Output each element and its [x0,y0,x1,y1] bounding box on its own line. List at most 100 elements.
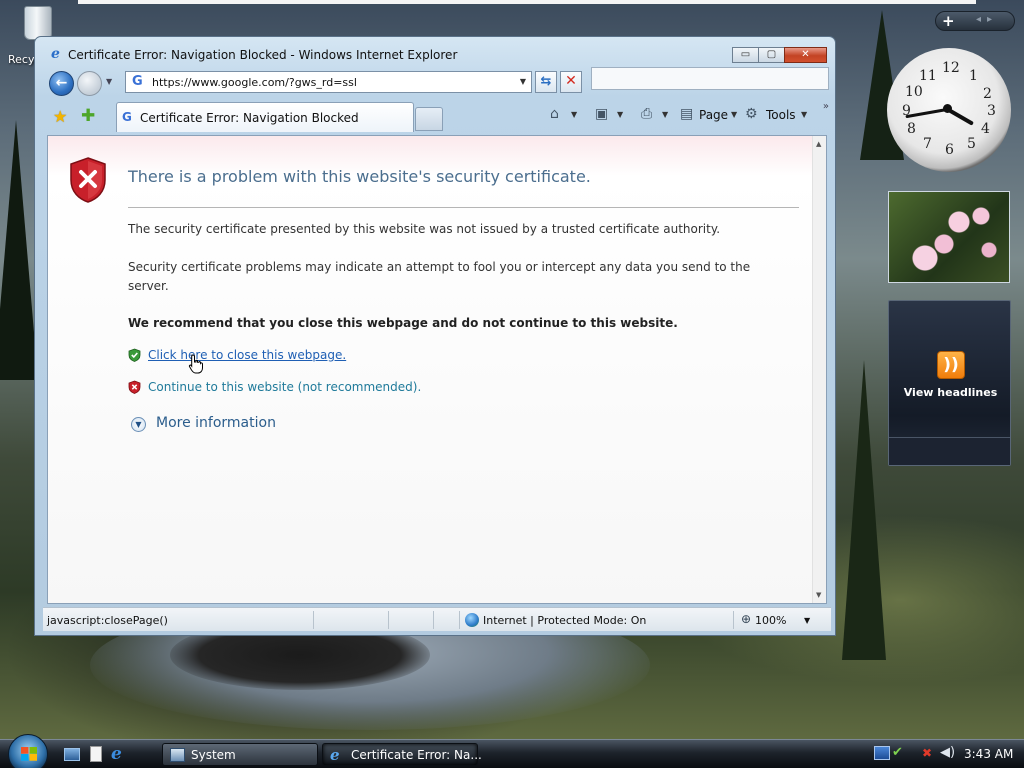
taskbar-item-label: Certificate Error: Na... [351,748,482,762]
taskbar-item-ie[interactable]: e Certificate Error: Na... [322,743,482,766]
back-button[interactable]: ← [49,71,74,96]
recycle-bin-label[interactable]: Recy [8,53,34,66]
volume-icon[interactable]: ◀) [940,746,956,760]
page-icon[interactable]: ▤ [680,106,693,122]
taskbar-clock[interactable]: 3:43 AM [964,747,1013,761]
sidebar-controls[interactable]: + ◂▸ [935,11,1015,31]
rss-feed-icon: )) [937,351,965,379]
checkmark-tray-icon[interactable]: ✔ [892,746,908,760]
address-bar[interactable]: G https://www.google.com/?gws_rd=ssl ▼ [125,71,532,93]
wallpaper-tree [0,120,38,380]
background-window-edge [78,0,976,4]
clock-number: 3 [987,103,996,119]
clock-number: 8 [907,121,916,137]
network-tray-icon[interactable] [874,746,890,760]
feed-headlines-gadget[interactable]: )) View headlines [888,300,1011,466]
show-desktop-icon[interactable] [64,748,80,761]
tab-certificate-error[interactable]: G Certificate Error: Navigation Blocked [116,102,414,132]
feeds-dropdown-icon[interactable]: ▼ [617,110,623,119]
close-webpage-link[interactable]: Click here to close this webpage. [148,348,346,362]
zoom-level[interactable]: 100% [755,614,786,627]
scroll-up-icon[interactable]: ▲ [816,140,821,148]
address-url[interactable]: https://www.google.com/?gws_rd=ssl [152,76,357,89]
wallpaper-tree [842,360,886,660]
clock-number: 7 [923,136,932,152]
page-menu-button[interactable]: Page [699,108,728,122]
gadget-nav-arrows-icon[interactable]: ◂▸ [976,14,998,25]
hand-cursor-icon [188,354,203,374]
internet-explorer-icon: e [330,746,340,764]
recent-pages-dropdown-icon[interactable]: ▼ [106,77,112,86]
stop-button[interactable]: ✕ [560,71,582,93]
clock-gadget[interactable]: 12 1 2 3 4 5 6 7 8 9 10 11 [887,48,1011,172]
new-tab-button[interactable] [415,107,443,131]
taskbar-item-system[interactable]: System [162,743,318,766]
continue-to-website-link[interactable]: Continue to this website (not recommende… [148,380,421,394]
print-dropdown-icon[interactable]: ▼ [662,110,668,119]
internet-globe-icon [465,613,479,627]
search-input[interactable] [591,67,829,90]
clock-number: 10 [905,84,923,100]
internet-explorer-quicklaunch-icon[interactable]: e [111,746,127,763]
address-dropdown-icon[interactable]: ▼ [520,77,526,86]
scroll-down-icon[interactable]: ▼ [816,591,821,599]
clock-number: 4 [981,121,990,137]
tools-gear-icon[interactable]: ⚙ [745,106,758,122]
window-title: Certificate Error: Navigation Blocked - … [68,48,458,62]
tab-label: Certificate Error: Navigation Blocked [140,111,359,125]
zoom-dropdown-icon[interactable]: ▼ [804,616,810,625]
status-separator [459,611,460,629]
feeds-icon[interactable]: ▣ [595,106,608,122]
page-title: There is a problem with this website's s… [128,167,591,186]
print-icon[interactable]: ⎙ [641,106,652,122]
status-separator [433,611,434,629]
start-button[interactable] [8,734,48,768]
page-content: There is a problem with this website's s… [47,135,827,604]
add-gadget-icon[interactable]: + [942,12,955,30]
system-tray: ✔ ✖ ◀) 3:43 AM [868,740,1024,768]
taskbar: e System e Certificate Error: Na... ✔ ✖ … [0,734,1024,768]
status-separator [313,611,314,629]
tools-menu-button[interactable]: Tools [766,108,796,122]
address-favicon-icon: G [132,74,143,89]
status-separator [733,611,734,629]
shield-error-icon [70,157,106,203]
status-text: javascript:closePage() [47,614,168,627]
page-dropdown-icon[interactable]: ▼ [731,110,737,119]
clock-number: 2 [983,86,992,102]
close-window-button[interactable]: ✕ [784,47,827,63]
forward-button[interactable] [77,71,102,96]
security-zone-text[interactable]: Internet | Protected Mode: On [483,614,646,627]
home-icon[interactable]: ⌂ [550,106,559,122]
tab-row: ★ ✚ G Certificate Error: Navigation Bloc… [45,101,829,133]
clock-number: 11 [919,68,937,84]
windows-logo-icon [21,747,37,761]
refresh-button[interactable]: ⇆ [535,71,557,93]
favorites-star-icon[interactable]: ★ [53,107,67,126]
vertical-scrollbar[interactable]: ▲ ▼ [812,136,826,603]
network-disconnected-icon[interactable]: ✖ [922,746,938,760]
expand-more-info-icon[interactable]: ▼ [131,417,146,432]
slideshow-gadget[interactable] [888,191,1010,283]
system-icon [170,748,185,762]
zoom-magnifier-icon[interactable]: ⊕ [741,612,751,626]
view-headlines-label[interactable]: View headlines [889,386,1012,399]
cert-explanation-text: The security certificate presented by th… [128,222,721,236]
tools-dropdown-icon[interactable]: ▼ [801,110,807,119]
red-shield-icon [128,380,141,394]
document-icon[interactable] [90,746,102,762]
taskbar-item-label: System [191,748,236,762]
divider [128,207,799,208]
home-dropdown-icon[interactable]: ▼ [571,110,577,119]
maximize-button[interactable]: ▢ [758,47,785,63]
more-commands-chevron-icon[interactable]: » [823,101,829,112]
clock-number: 6 [945,142,954,158]
feed-gadget-footer [889,437,1010,465]
minimize-button[interactable]: ▭ [732,47,759,63]
tab-favicon-icon: G [122,110,132,124]
add-to-favorites-icon[interactable]: ✚ [81,106,95,126]
clock-number: 5 [967,136,976,152]
status-separator [388,611,389,629]
clock-number: 1 [969,68,978,84]
more-information-toggle[interactable]: More information [156,415,276,431]
